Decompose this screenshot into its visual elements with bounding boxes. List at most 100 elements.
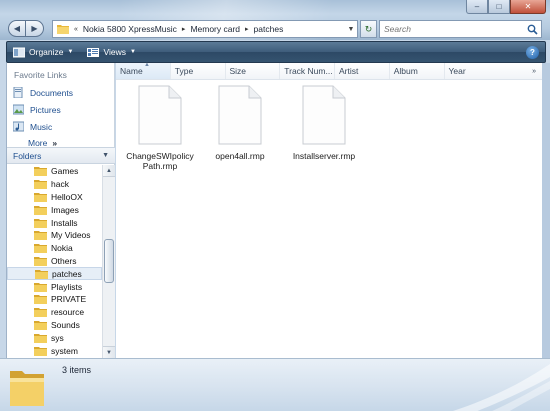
scrollbar-thumb[interactable] [104,239,114,283]
folder-tree-scrollbar[interactable]: ▲ ▼ [102,165,115,358]
folder-icon [10,371,44,406]
breadcrumb-separator-icon[interactable]: ▸ [243,25,251,33]
folder-tree-item[interactable]: Images [7,203,102,216]
organize-button[interactable]: Organize ▼ [13,47,73,58]
maximize-button[interactable]: □ [488,0,510,14]
search-icon[interactable] [525,22,539,36]
folder-icon [34,308,47,318]
column-header-track-number[interactable]: Track Num... [280,63,335,79]
overflow-icon[interactable]: « [72,26,80,33]
command-bar: Organize ▼ Views ▼ ? [6,41,546,63]
arrow-right-icon: ▶ [31,24,38,33]
views-label: Views [103,47,126,57]
folder-tree-item[interactable]: Games [7,165,102,178]
column-header-album[interactable]: Album [390,63,445,79]
details-pane: 3 items [0,358,550,411]
forward-button[interactable]: ▶ [26,20,44,37]
scroll-down-icon[interactable]: ▼ [103,346,115,358]
folder-label: My Videos [51,230,91,241]
folder-label: patches [52,268,82,279]
column-header-type[interactable]: Type [171,63,226,79]
folder-tree-item[interactable]: Installs [7,216,102,229]
decorative-swoosh [452,364,550,411]
breadcrumb-memory-card[interactable]: Memory card [187,24,243,34]
folder-tree-item[interactable]: HelloOX [7,191,102,204]
folder-label: sys [51,332,64,343]
column-header-name[interactable]: ▲ Name [116,62,171,79]
column-header-label: Name [120,66,143,76]
close-button[interactable]: ✕ [510,0,546,14]
column-header-label: Artist [339,66,359,76]
column-header-year[interactable]: Year [445,63,533,79]
folder-label: Sounds [51,319,80,330]
folder-icon [34,282,47,292]
favorite-link-label: Music [30,121,53,132]
folder-tree-item-selected[interactable]: patches [7,267,102,281]
file-item[interactable]: ChangeSWIpolicyPath.rmp [120,85,200,171]
column-header-size[interactable]: Size [226,63,281,79]
file-name: open4all.rmp [215,151,265,161]
folder-icon [34,231,47,241]
folder-icon [34,346,47,356]
folder-label: system [51,345,78,356]
folders-heading[interactable]: Folders ▼ [7,147,115,164]
item-count: 3 items [62,365,92,375]
breadcrumb-separator-icon[interactable]: ▸ [180,25,188,33]
favorite-link-pictures[interactable]: Pictures [7,101,114,118]
music-icon [13,121,24,132]
help-icon[interactable]: ? [526,45,539,59]
minimize-button[interactable]: – [466,0,488,14]
column-header-label: Year [448,66,466,76]
file-name: ChangeSWIpolicyPath.rmp [126,151,194,171]
folder-tree-item[interactable]: resource [7,306,102,319]
favorite-link-label: Pictures [30,104,61,115]
window-border [542,63,550,358]
views-button[interactable]: Views ▼ [87,47,136,58]
folder-tree-item[interactable]: system [7,344,102,357]
folder-tree-item[interactable]: My Videos [7,229,102,242]
folder-tree-item[interactable]: Playlists [7,280,102,293]
column-header-artist[interactable]: Artist [335,63,390,79]
sort-ascending-icon: ▲ [144,62,150,68]
organize-icon [13,47,25,57]
navigation-buttons: ◀ ▶ [8,20,44,37]
chevron-down-icon: ▼ [102,152,109,159]
folders-label: Folders [13,150,42,161]
folder-icon [34,180,47,190]
window-controls: – □ ✕ [466,0,546,14]
column-header-label: Track Num... [284,66,333,76]
chevron-right-icon[interactable]: » [532,63,542,79]
folder-tree: Games hack HelloOX Images Installs My Vi… [7,165,102,358]
folder-tree-item[interactable]: sys [7,331,102,344]
folder-tree-item[interactable]: Others [7,255,102,268]
search-input[interactable] [380,24,525,34]
column-header-label: Type [174,66,194,76]
favorite-link-documents[interactable]: Documents [7,84,114,101]
folder-label: Images [51,204,79,215]
scroll-up-icon[interactable]: ▲ [103,165,115,177]
back-button[interactable]: ◀ [8,20,26,37]
folder-label: Nokia [51,243,73,254]
folder-tree-item[interactable]: PRIVATE [7,293,102,306]
generic-file-icon [218,85,262,145]
favorite-link-music[interactable]: Music [7,118,114,135]
breadcrumb-device[interactable]: Nokia 5800 XpressMusic [80,24,180,34]
folder-tree-item[interactable]: Nokia [7,242,102,255]
folder-label: resource [51,307,85,318]
views-icon [87,47,100,57]
folder-label: hack [51,179,69,190]
column-header-label: Album [393,66,418,76]
folder-icon [34,320,47,330]
file-item[interactable]: Installserver.rmp [284,85,364,161]
refresh-button[interactable]: ↻ [360,20,377,38]
organize-label: Organize [29,47,64,57]
search-box[interactable] [379,20,542,38]
folder-tree-item[interactable]: hack [7,178,102,191]
file-item[interactable]: open4all.rmp [200,85,280,161]
breadcrumb-patches[interactable]: patches [251,24,287,34]
address-bar[interactable]: « Nokia 5800 XpressMusic ▸ Memory card ▸… [52,20,358,38]
folder-tree-item[interactable]: Sounds [7,319,102,332]
folder-icon [34,218,47,228]
arrow-left-icon: ◀ [13,24,21,33]
chevron-down-icon[interactable]: ▼ [345,26,357,33]
